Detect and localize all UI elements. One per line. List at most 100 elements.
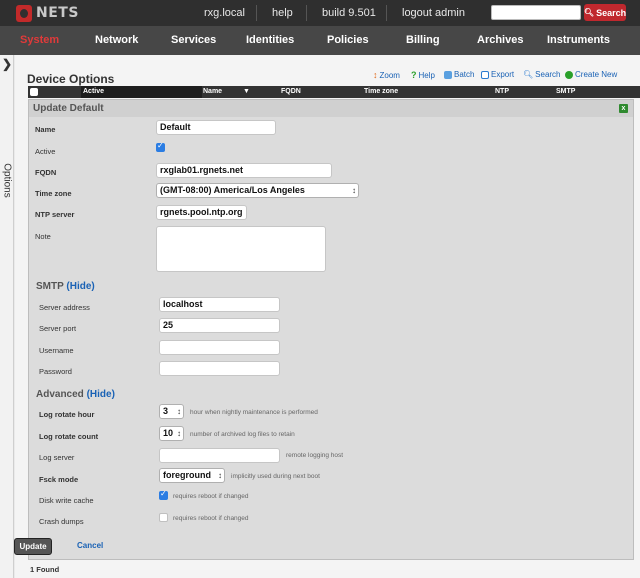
log-rotate-hour-hint: hour when nightly maintenance is perform… [190,409,318,416]
server-port-label: Server port [39,324,77,333]
log-rotate-count-select[interactable]: 10 ↕ [159,426,184,441]
cancel-link[interactable]: Cancel [77,541,103,550]
select-arrows-icon: ↕ [177,407,181,416]
password-label: Password [39,367,72,376]
server-address-label: Server address [39,303,90,312]
help-label: Help [418,70,435,80]
log-server-label: Log server [39,453,75,462]
note-label: Note [35,232,51,241]
column-time-zone[interactable]: Time zone [364,88,398,95]
column-active[interactable]: Active ▼ [81,86,250,98]
host-link[interactable]: rxg.local [204,0,245,26]
ntp-server-input[interactable]: rgnets.pool.ntp.org [156,205,247,220]
logo-text: NETS [36,5,79,21]
crash-dumps-hint: requires reboot if changed [173,515,249,522]
time-zone-select[interactable]: (GMT-08:00) America/Los Angeles ↕ [156,183,359,198]
nav-item-services[interactable]: Services [171,26,216,55]
active-checkbox[interactable] [156,141,165,152]
options-toggle[interactable]: Options [0,163,14,203]
logout-link[interactable]: logout admin [402,0,465,26]
fqdn-input[interactable]: rxglab01.rgnets.net [156,163,332,178]
select-arrows-icon: ↕ [352,186,356,195]
search-action[interactable]: 🔍︎ Search [523,70,561,79]
nav-item-billing[interactable]: Billing [406,26,440,55]
disk-write-cache-hint: requires reboot if changed [173,493,249,500]
username-input[interactable] [159,340,280,355]
main-nav: System Network Services Identities Polic… [0,26,640,55]
create-new-label: Create New [575,70,618,79]
create-new-action[interactable]: Create New [565,70,617,79]
log-rotate-count-hint: number of archived log files to retain [190,431,295,438]
export-icon [481,70,489,79]
log-rotate-count-label: Log rotate count [39,432,99,441]
batch-action[interactable]: Batch [444,70,474,79]
zoom-label: Zoom [379,70,400,80]
select-all-checkbox[interactable] [30,88,38,96]
export-action[interactable]: Export [481,70,514,79]
divider [306,5,307,21]
time-zone-label: Time zone [35,189,72,198]
divider [256,5,257,21]
nav-item-instruments[interactable]: Instruments [547,26,610,55]
nav-item-archives[interactable]: Archives [477,26,523,55]
crash-dumps-checkbox[interactable] [159,513,168,522]
name-input[interactable]: Default [156,120,276,135]
close-icon[interactable]: x [619,104,628,113]
fsck-mode-select[interactable]: foreground ↕ [159,468,225,483]
options-sidebar: ❯ Options [0,55,14,578]
help-link[interactable]: help [272,0,293,26]
log-rotate-count-value: 10 [163,428,174,438]
server-address-input[interactable]: localhost [159,297,280,312]
logo-mark-icon [16,4,32,22]
top-search-button[interactable]: 🔍︎ Search [584,4,626,21]
log-rotate-hour-value: 3 [163,406,169,416]
logo[interactable]: NETS [16,4,79,22]
help-icon: ? [411,70,417,80]
export-label: Export [491,70,515,79]
fqdn-label: FQDN [35,168,57,177]
ntp-server-label: NTP server [35,210,75,219]
column-smtp[interactable]: SMTP [556,88,575,95]
nav-item-network[interactable]: Network [95,26,138,55]
smtp-hide-link[interactable]: (Hide) [66,281,94,292]
column-fqdn[interactable]: FQDN [281,88,301,95]
select-arrows-icon: ↕ [218,471,222,480]
column-active-label: Active [83,88,105,95]
found-count: 1 Found [30,565,60,574]
table-header: Active ▼ Name FQDN Time zone NTP SMTP [28,86,640,98]
build-link[interactable]: build 9.501 [322,0,376,26]
divider [386,5,387,21]
server-port-input[interactable]: 25 [159,318,280,333]
options-label: Options [1,163,13,198]
advanced-section-title: Advanced (Hide) [36,389,115,400]
smtp-title: SMTP [36,281,64,292]
search-icon: 🔍︎ [583,8,595,17]
zoom-icon: ↕ [373,70,378,80]
update-button[interactable]: Update [14,538,52,555]
disk-write-cache-checkbox[interactable] [159,489,168,500]
zoom-action[interactable]: ↕ Zoom [373,70,400,80]
fsck-mode-value: foreground [163,470,211,480]
note-textarea[interactable] [156,226,326,272]
crash-dumps-label: Crash dumps [39,517,84,526]
advanced-hide-link[interactable]: (Hide) [87,389,115,400]
help-action[interactable]: ? Help [411,70,435,80]
nav-item-identities[interactable]: Identities [246,26,294,55]
chevron-right-icon[interactable]: ❯ [2,57,12,71]
search-label: Search [535,70,561,79]
active-label: Active [35,147,56,156]
nav-item-policies[interactable]: Policies [327,26,369,55]
nav-item-system[interactable]: System [20,26,59,55]
log-server-input[interactable] [159,448,280,463]
search-icon: 🔍︎ [523,70,534,79]
select-arrows-icon: ↕ [177,429,181,438]
column-ntp[interactable]: NTP [495,88,509,95]
panel-header: Update Default x [29,100,633,117]
log-rotate-hour-select[interactable]: 3 ↕ [159,404,184,419]
column-name[interactable]: Name [203,88,222,95]
sort-down-icon: ▼ [243,88,250,95]
top-search-input[interactable] [491,5,581,20]
password-input[interactable] [159,361,280,376]
main-content: Device Options ↕ Zoom ? Help Batch Expor… [15,55,640,578]
search-button-label: Search [596,7,627,18]
